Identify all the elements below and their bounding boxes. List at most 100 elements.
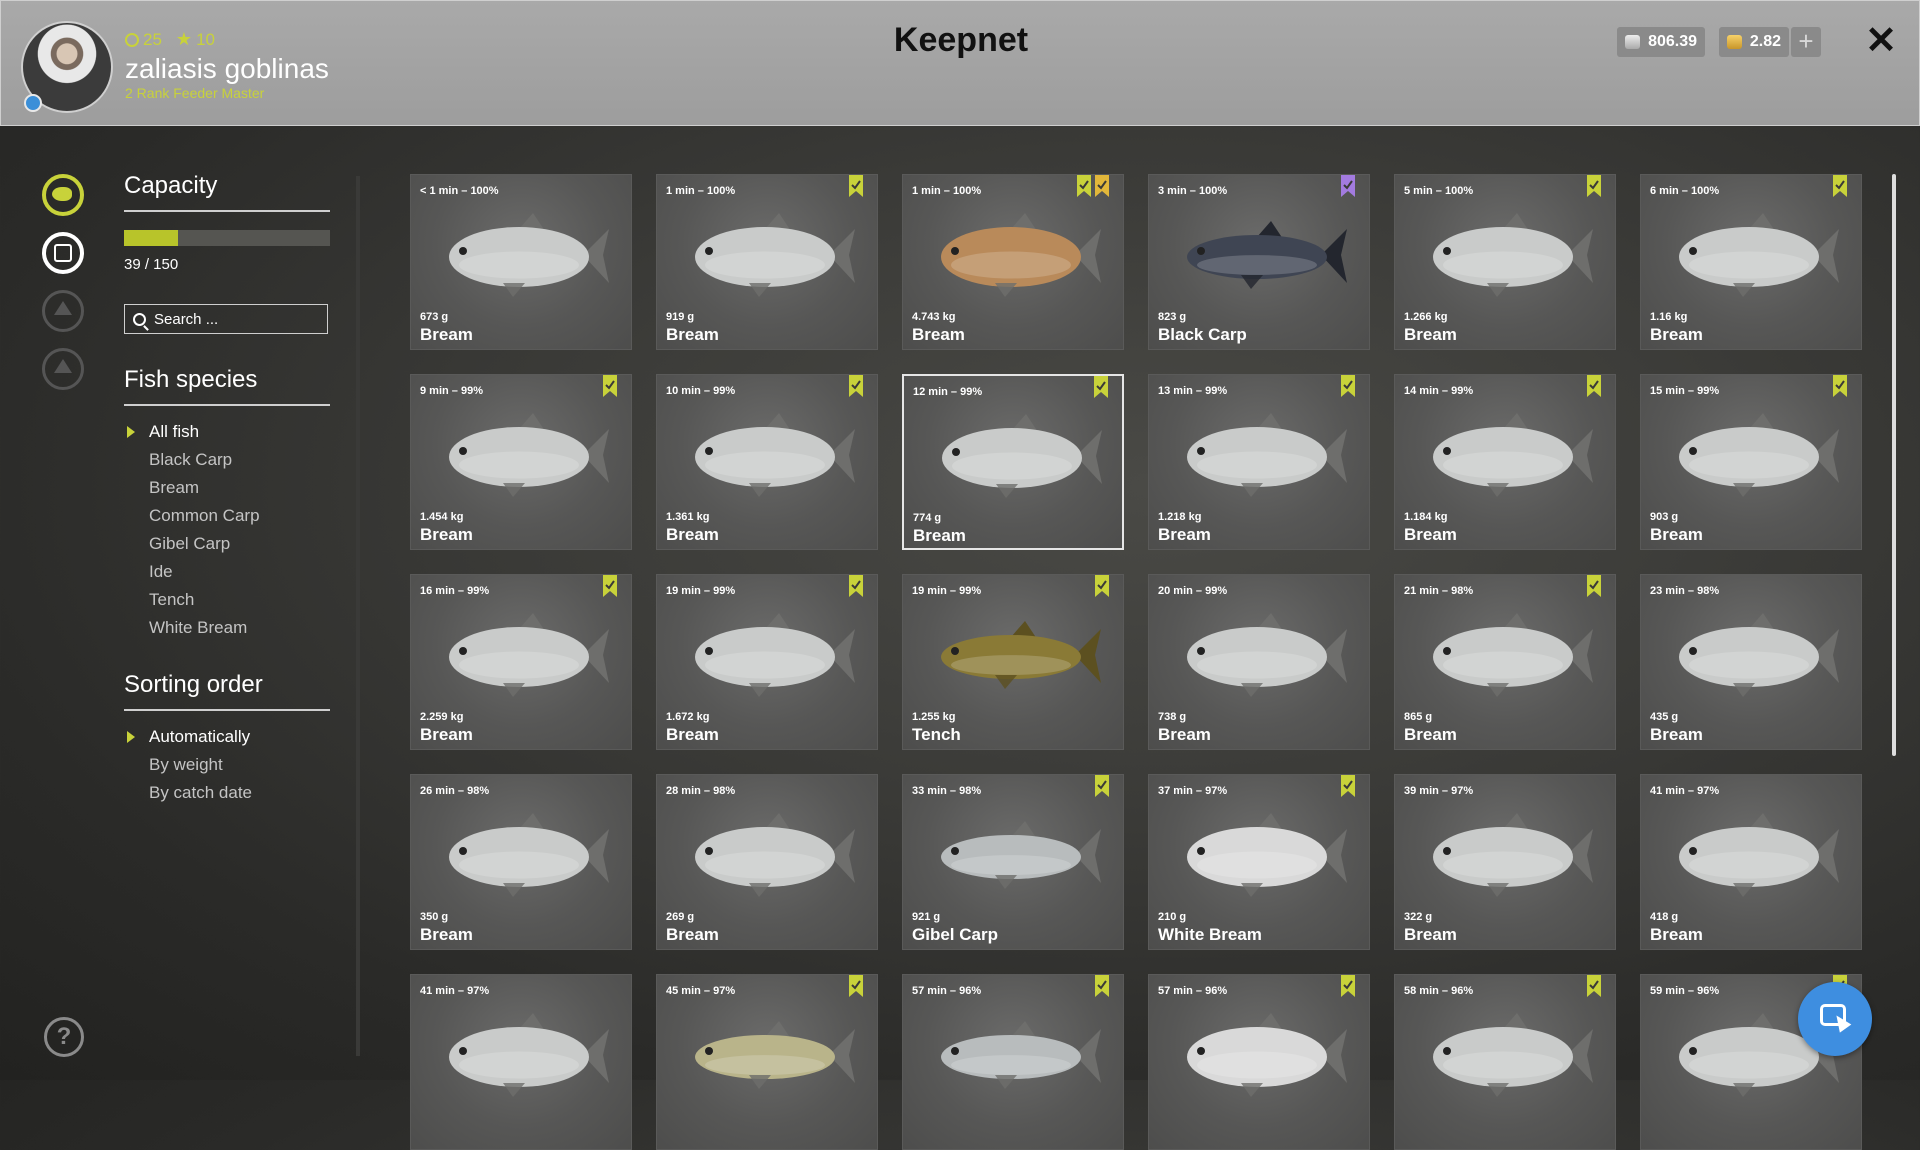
fish-species-name: Bream (1404, 525, 1457, 544)
catch-time-label: 20 min – 99% (1158, 585, 1228, 597)
bookmark-icon (1077, 175, 1091, 197)
close-button[interactable]: ✕ (1863, 21, 1899, 61)
fish-card[interactable]: 1 min – 100% 919 g Bream (656, 174, 878, 350)
fish-card[interactable]: 45 min – 97% (656, 974, 878, 1150)
species-filter-item[interactable]: Tench (124, 586, 260, 614)
keepnet-tab-icon[interactable] (42, 232, 84, 274)
fish-weight: 350 g (420, 911, 449, 923)
fish-species-name: Bream (1650, 325, 1703, 344)
fish-image (926, 406, 1106, 506)
fish-species-name: Bream (420, 925, 473, 944)
badges (1587, 375, 1601, 397)
fish-weight: 1.255 kg (912, 711, 956, 723)
fish-species-name: Bream (666, 525, 719, 544)
fish-card[interactable]: 58 min – 96% (1394, 974, 1616, 1150)
bookmark-icon (1095, 975, 1109, 997)
catch-time-label: 3 min – 100% (1158, 185, 1228, 197)
username: zaliasis goblinas (125, 53, 329, 84)
gold-balance: 2.82 (1719, 27, 1789, 57)
fish-image (433, 405, 613, 505)
fish-tab-icon[interactable] (42, 174, 84, 216)
grid-scrollbar[interactable] (1892, 174, 1896, 756)
fish-image (1171, 805, 1351, 905)
fish-card[interactable]: 3 min – 100% 823 g Black Carp (1148, 174, 1370, 350)
level-value: 25 (143, 29, 162, 49)
badges (1587, 975, 1601, 997)
catch-time-label: 21 min – 98% (1404, 585, 1474, 597)
bookmark-icon (1095, 775, 1109, 797)
sort-option-item[interactable]: By weight (124, 751, 252, 779)
fish-card[interactable]: 16 min – 99% 2.259 kg Bream (410, 574, 632, 750)
bookmark-icon (603, 375, 617, 397)
fish-image (433, 605, 613, 705)
species-filter-item[interactable]: All fish (124, 418, 260, 446)
level-icon (125, 32, 139, 47)
fish-card[interactable]: 21 min – 98% 865 g Bream (1394, 574, 1616, 750)
species-filter-item[interactable]: Gibel Carp (124, 530, 260, 558)
fish-image (679, 405, 859, 505)
fish-image (1417, 1005, 1597, 1105)
species-filter-item[interactable]: Black Carp (124, 446, 260, 474)
search-box[interactable] (124, 304, 328, 334)
fish-card[interactable]: 14 min – 99% 1.184 kg Bream (1394, 374, 1616, 550)
sort-option-item[interactable]: By catch date (124, 779, 252, 807)
fish-card[interactable]: 9 min – 99% 1.454 kg Bream (410, 374, 632, 550)
fish-species-name: Bream (912, 325, 965, 344)
bookmark-icon (1587, 175, 1601, 197)
fish-weight: 919 g (666, 311, 695, 323)
sorting-list: Automatically By weight By catch date (124, 723, 252, 807)
fish-species-name: Bream (1404, 325, 1457, 344)
cursor-toggle-button[interactable] (1798, 982, 1872, 1056)
badges (1341, 975, 1355, 997)
fish-card[interactable]: 5 min – 100% 1.266 kg Bream (1394, 174, 1616, 350)
bookmark-icon (1833, 175, 1847, 197)
fish-card[interactable]: 10 min – 99% 1.361 kg Bream (656, 374, 878, 550)
fish-card[interactable]: 1 min – 100% 4.743 kg Bream (902, 174, 1124, 350)
stars-value: 10 (196, 29, 215, 49)
badges (849, 175, 863, 197)
fish-card[interactable]: 19 min – 99% 1.672 kg Bream (656, 574, 878, 750)
fish-species-name: Bream (1158, 725, 1211, 744)
badges (1587, 575, 1601, 597)
search-input[interactable] (152, 309, 316, 329)
species-filter-item[interactable]: Ide (124, 558, 260, 586)
help-icon[interactable]: ? (44, 1017, 84, 1057)
fish-card[interactable]: 41 min – 97% (410, 974, 632, 1150)
catch-time-label: 6 min – 100% (1650, 185, 1720, 197)
panel-divider (356, 176, 360, 1056)
fish-card[interactable]: < 1 min – 100% 673 g Bream (410, 174, 632, 350)
fish-card[interactable]: 37 min – 97% 210 g White Bream (1148, 774, 1370, 950)
badges (1094, 376, 1108, 398)
fish-card[interactable]: 19 min – 99% 1.255 kg Tench (902, 574, 1124, 750)
fish-image (925, 205, 1105, 305)
fish-card[interactable]: 6 min – 100% 1.16 kg Bream (1640, 174, 1862, 350)
fish-card[interactable]: 57 min – 96% (902, 974, 1124, 1150)
fish-card[interactable]: 33 min – 98% 921 g Gibel Carp (902, 774, 1124, 950)
fish-card[interactable]: 13 min – 99% 1.218 kg Bream (1148, 374, 1370, 550)
fish-card[interactable]: 23 min – 98% 435 g Bream (1640, 574, 1862, 750)
bookmark-icon (1833, 375, 1847, 397)
add-currency-button[interactable]: + (1791, 27, 1821, 57)
species-filter-item[interactable]: White Bream (124, 614, 260, 642)
player-stats: 25 ★ 10 (125, 29, 215, 50)
fish-card[interactable]: 28 min – 98% 269 g Bream (656, 774, 878, 950)
fish-image (679, 605, 859, 705)
badges (1833, 375, 1847, 397)
bookmark-icon (1341, 975, 1355, 997)
fish-card[interactable]: 41 min – 97% 418 g Bream (1640, 774, 1862, 950)
fish-card[interactable]: 57 min – 96% (1148, 974, 1370, 1150)
species-filter-item[interactable]: Common Carp (124, 502, 260, 530)
fish-species-name: Bream (913, 526, 966, 545)
fish-image (1171, 605, 1351, 705)
bookmark-icon (1341, 375, 1355, 397)
fish-image (679, 805, 859, 905)
species-filter-item[interactable]: Bream (124, 474, 260, 502)
capacity-divider (124, 210, 330, 212)
fish-card[interactable]: 26 min – 98% 350 g Bream (410, 774, 632, 950)
fish-card[interactable]: 20 min – 99% 738 g Bream (1148, 574, 1370, 750)
fish-card[interactable]: 15 min – 99% 903 g Bream (1640, 374, 1862, 550)
fish-card[interactable]: 39 min – 97% 322 g Bream (1394, 774, 1616, 950)
catch-time-label: 41 min – 97% (1650, 785, 1720, 797)
fish-card[interactable]: 12 min – 99% 774 g Bream (902, 374, 1124, 550)
sort-option-item[interactable]: Automatically (124, 723, 252, 751)
